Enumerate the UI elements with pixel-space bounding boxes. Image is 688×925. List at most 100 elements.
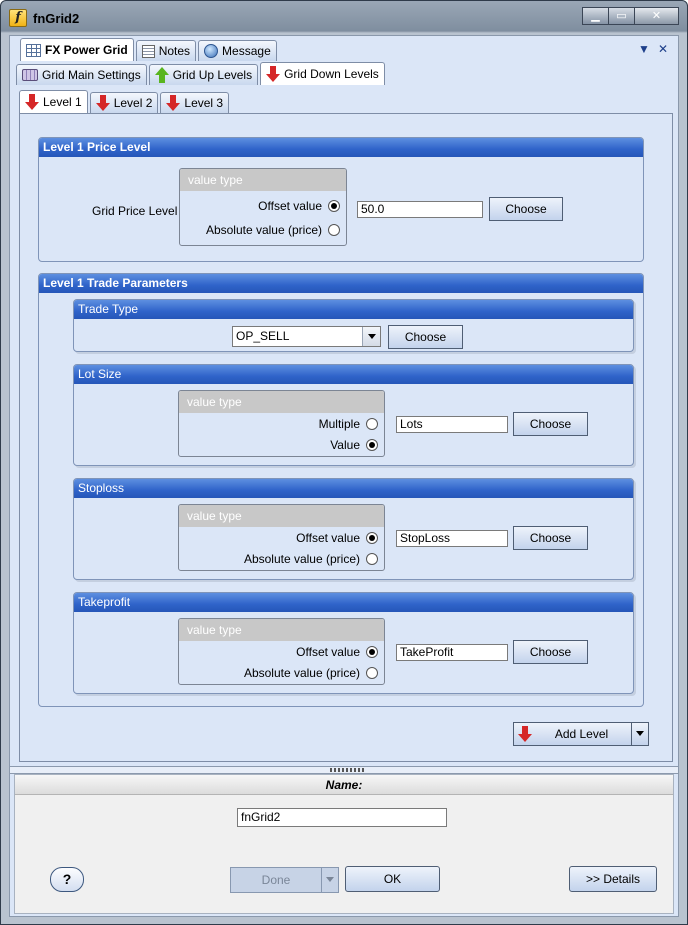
splitter[interactable] [10, 766, 678, 774]
chevron-down-icon [636, 731, 644, 736]
tab-level-2[interactable]: Level 2 [89, 92, 159, 113]
tab-level-3[interactable]: Level 3 [160, 92, 230, 113]
level-tabs: Level 1 Level 2 Level 3 [19, 90, 231, 113]
lot-size-group: Lot Size value type Multiple Value Lots [73, 364, 634, 466]
ok-button[interactable]: OK [345, 866, 440, 892]
value-radio[interactable] [366, 439, 378, 451]
close-button[interactable]: ✕ [634, 7, 679, 25]
top-tabs: FX Power Grid Notes Message [20, 38, 279, 61]
trade-type-select[interactable]: OP_SELL [232, 326, 381, 347]
offset-value-radio[interactable] [328, 200, 340, 212]
minimize-button[interactable]: ▁ [582, 7, 609, 25]
absolute-value-option[interactable]: Absolute value (price) [244, 666, 378, 680]
tab-grid-main-settings[interactable]: Grid Main Settings [16, 64, 147, 85]
close-panel-icon[interactable]: ✕ [658, 42, 668, 56]
stoploss-choose-button[interactable]: Choose [513, 526, 588, 550]
name-label: Name: [15, 775, 673, 795]
group-title: Trade Type [74, 300, 633, 319]
tab-label: Grid Main Settings [42, 68, 141, 82]
tab-level-1[interactable]: Level 1 [19, 90, 88, 113]
absolute-value-radio[interactable] [328, 224, 340, 236]
arrow-down-icon [266, 66, 281, 82]
splitter-grip[interactable] [330, 768, 364, 772]
details-button[interactable]: >> Details [569, 866, 657, 892]
done-button[interactable]: Done [230, 867, 339, 893]
tab-label: Level 2 [113, 96, 153, 110]
message-icon [204, 44, 219, 58]
window: f fnGrid2 ▁ ▭ ✕ FX Power Grid Notes Mess… [0, 0, 688, 925]
offset-value-option[interactable]: Offset value [258, 199, 340, 213]
option-label: Offset value [296, 645, 360, 659]
title-bar[interactable]: f fnGrid2 ▁ ▭ ✕ [1, 1, 687, 35]
absolute-value-radio[interactable] [366, 667, 378, 679]
value-option[interactable]: Value [330, 438, 378, 452]
name-section: Name: fnGrid2 ? Done OK >> Details [14, 774, 674, 914]
grid-icon [26, 43, 41, 57]
value-type-box: value type Offset value Absolute value (… [179, 168, 347, 246]
option-label: Value [330, 438, 360, 452]
takeprofit-input[interactable]: TakeProfit [396, 644, 508, 661]
chevron-down-icon [326, 877, 334, 882]
trade-type-choose-button[interactable]: Choose [388, 325, 463, 349]
lot-size-choose-button[interactable]: Choose [513, 412, 588, 436]
group-title: Level 1 Trade Parameters [39, 274, 643, 293]
takeprofit-group: Takeprofit value type Offset value Absol… [73, 592, 634, 694]
absolute-value-option[interactable]: Absolute value (price) [206, 223, 340, 237]
done-dropdown[interactable] [321, 868, 338, 892]
panel-controls: ▼ ✕ [638, 42, 668, 56]
arrow-down-icon [25, 94, 39, 110]
multiple-radio[interactable] [366, 418, 378, 430]
chevron-down-icon[interactable]: ▼ [638, 42, 650, 56]
group-title: Stoploss [74, 479, 633, 498]
maximize-button[interactable]: ▭ [608, 7, 635, 25]
price-choose-button[interactable]: Choose [489, 197, 563, 221]
value-type-title: value type [179, 505, 384, 527]
trade-type-group: Trade Type OP_SELL Choose [73, 299, 634, 352]
add-level-label: Add Level [554, 727, 609, 741]
dropdown-arrow[interactable] [362, 327, 380, 346]
add-level-dropdown[interactable] [631, 723, 648, 745]
lot-size-input[interactable]: Lots [396, 416, 508, 433]
stoploss-input[interactable]: StopLoss [396, 530, 508, 547]
multiple-option[interactable]: Multiple [319, 417, 378, 431]
value-type-box: value type Offset value Absolute value (… [178, 618, 385, 685]
arrow-down-icon [518, 726, 532, 742]
tab-message[interactable]: Message [198, 40, 277, 61]
value-type-title: value type [179, 391, 384, 413]
tab-label: FX Power Grid [45, 43, 128, 57]
option-label: Absolute value (price) [243, 666, 360, 680]
takeprofit-choose-button[interactable]: Choose [513, 640, 588, 664]
group-title: Lot Size [74, 365, 633, 384]
name-input[interactable]: fnGrid2 [237, 808, 447, 827]
group-title: Takeprofit [74, 593, 633, 612]
tab-label: Level 1 [43, 95, 82, 109]
help-button[interactable]: ? [50, 867, 84, 892]
done-label: Done [261, 873, 291, 887]
arrow-up-icon [154, 67, 169, 83]
tab-label: Notes [158, 44, 191, 58]
arrow-down-icon [95, 95, 110, 111]
option-label: Absolute value (price) [243, 552, 360, 566]
tab-grid-up-levels[interactable]: Grid Up Levels [148, 64, 259, 85]
add-level-button[interactable]: Add Level [513, 722, 649, 746]
arrow-down-icon [166, 95, 181, 111]
tab-grid-down-levels[interactable]: Grid Down Levels [260, 62, 385, 85]
price-value-input[interactable]: 50.0 [357, 201, 483, 218]
tab-notes[interactable]: Notes [135, 40, 197, 61]
absolute-value-option[interactable]: Absolute value (price) [244, 552, 378, 566]
offset-value-radio[interactable] [366, 532, 378, 544]
offset-value-option[interactable]: Offset value [296, 645, 378, 659]
value-type-box: value type Multiple Value [178, 390, 385, 457]
tab-fx-power-grid[interactable]: FX Power Grid [20, 38, 134, 61]
offset-value-radio[interactable] [366, 646, 378, 658]
level-pane: Level 1 Price Level Grid Price Level val… [19, 113, 673, 762]
tab-label: Grid Down Levels [284, 67, 379, 81]
absolute-value-radio[interactable] [366, 553, 378, 565]
app-icon: f [9, 9, 27, 27]
price-level-group: Level 1 Price Level Grid Price Level val… [38, 137, 644, 262]
value-type-title: value type [180, 169, 346, 191]
sub-tabs: Grid Main Settings Grid Up Levels Grid D… [16, 62, 387, 85]
tab-label: Level 3 [184, 96, 224, 110]
tab-label: Message [222, 44, 271, 58]
offset-value-option[interactable]: Offset value [296, 531, 378, 545]
